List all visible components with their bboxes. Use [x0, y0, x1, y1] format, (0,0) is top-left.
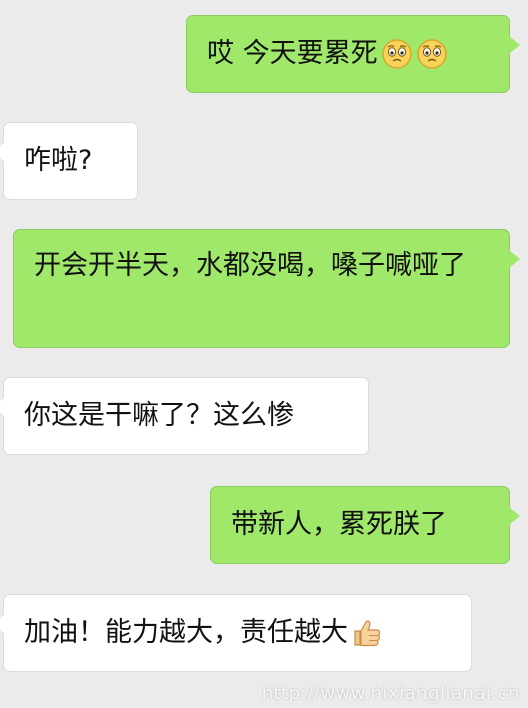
message-text: 开会开半天，水都没喝，嗓子喊哑了: [34, 250, 466, 281]
message-bubble-incoming[interactable]: 咋啦?: [0, 122, 138, 200]
worried-face-icon: [416, 39, 447, 69]
message-bubble-incoming[interactable]: 加油！能力越大，责任越大: [0, 594, 472, 672]
message-text: 加油！能力越大，责任越大: [24, 617, 348, 648]
message-text: 哎 今天要累死: [207, 38, 378, 69]
message-text: 带新人，累死朕了: [231, 509, 447, 540]
thumbs-up-icon: [354, 620, 381, 647]
watermark: http://www.nixianglianai.cn: [261, 683, 520, 704]
message-bubble-incoming[interactable]: 你这是干嘛了？这么惨: [0, 377, 369, 455]
message-bubble-outgoing[interactable]: 哎 今天要累死: [186, 15, 520, 93]
message-bubble-outgoing[interactable]: 带新人，累死朕了: [210, 486, 520, 564]
message-text: 咋啦?: [24, 145, 93, 176]
message-text: 你这是干嘛了？这么惨: [24, 400, 294, 431]
worried-face-icon: [381, 39, 412, 69]
message-bubble-outgoing[interactable]: 开会开半天，水都没喝，嗓子喊哑了: [13, 229, 520, 348]
